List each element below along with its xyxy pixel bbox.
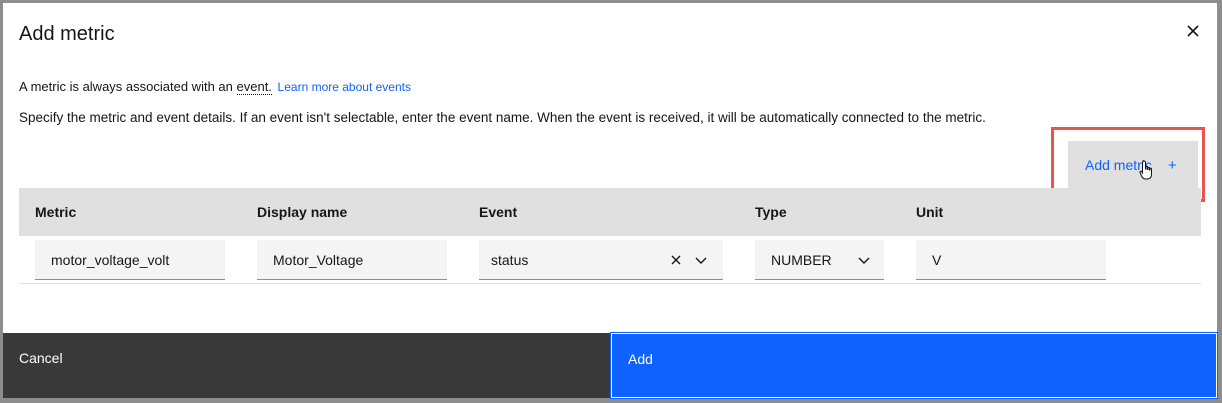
column-header-event: Event — [479, 204, 518, 220]
display-name-value: Motor_Voltage — [273, 251, 364, 268]
description-line-1: A metric is always associated with an ev… — [19, 79, 411, 95]
unit-input[interactable]: V — [916, 240, 1106, 280]
modal-title: Add metric — [19, 23, 115, 45]
plus-icon: + — [1167, 156, 1177, 174]
event-term-tooltip[interactable]: event. — [236, 79, 272, 95]
metric-value: motor_voltage_volt — [51, 251, 170, 268]
learn-more-link[interactable]: Learn more about events — [278, 80, 411, 94]
column-header-type: Type — [755, 204, 787, 220]
add-button[interactable]: Add — [610, 332, 1218, 399]
event-value: status — [491, 251, 529, 268]
column-header-unit: Unit — [916, 204, 944, 220]
event-combobox[interactable]: status — [479, 240, 723, 280]
chevron-down-icon — [858, 257, 870, 264]
add-metric-button[interactable]: Add metric + — [1068, 141, 1198, 189]
metrics-table: Metric Display name Event Type Unit moto… — [19, 188, 1201, 284]
description-prefix: A metric is always associated with an — [19, 79, 233, 94]
description-details: Specify the metric and event details. If… — [19, 110, 986, 125]
column-header-display-name: Display name — [257, 204, 348, 220]
clear-icon[interactable] — [665, 249, 687, 271]
table-header: Metric Display name Event Type Unit — [19, 188, 1201, 236]
column-header-metric: Metric — [35, 204, 77, 220]
cancel-button[interactable]: Cancel — [3, 333, 611, 398]
type-value: NUMBER — [771, 251, 832, 268]
add-metric-modal: Add metric A metric is always associated… — [3, 3, 1218, 399]
table-row: motor_voltage_volt Motor_Voltage status … — [19, 236, 1201, 284]
close-icon — [1187, 25, 1199, 37]
type-select[interactable]: NUMBER — [755, 240, 884, 280]
close-button[interactable] — [1181, 19, 1205, 43]
unit-value: V — [932, 251, 942, 268]
display-name-input[interactable]: Motor_Voltage — [257, 240, 447, 280]
chevron-down-icon[interactable] — [687, 249, 715, 271]
metric-input[interactable]: motor_voltage_volt — [35, 240, 225, 280]
hand-cursor-icon — [1139, 160, 1152, 180]
modal-footer: Cancel Add — [3, 332, 1218, 399]
